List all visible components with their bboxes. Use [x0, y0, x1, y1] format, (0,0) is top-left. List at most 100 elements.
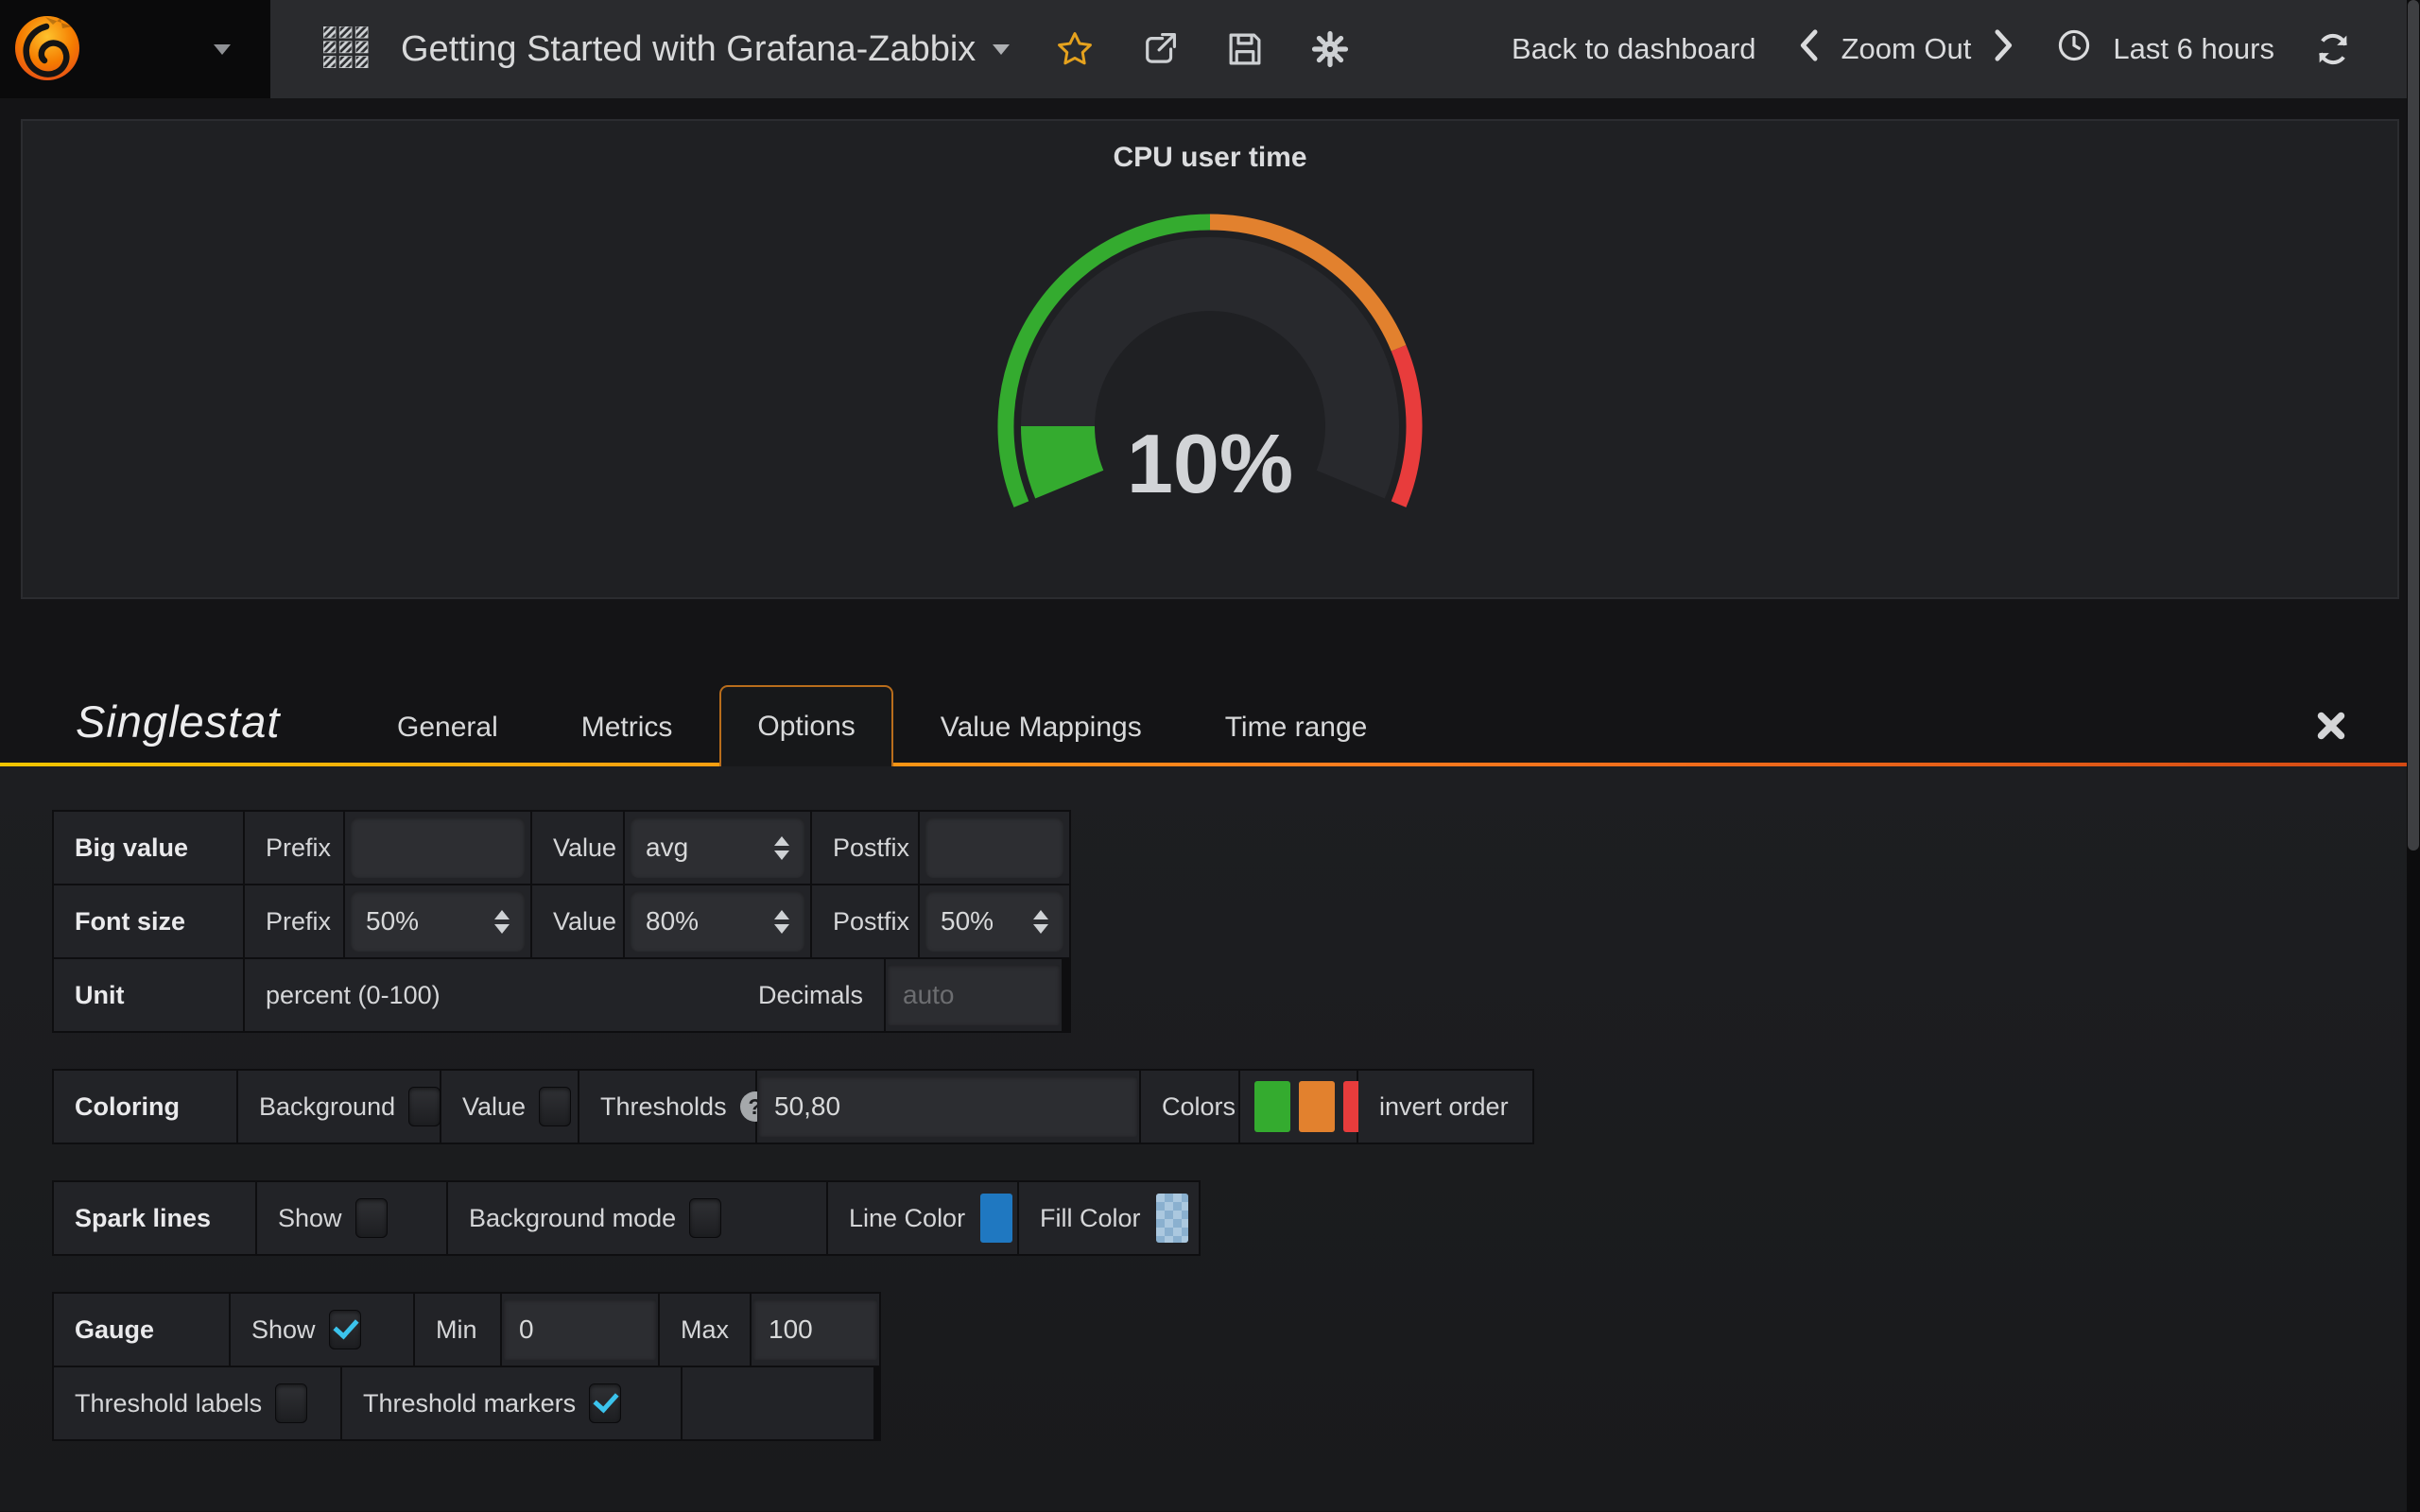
threshold-markers-checkbox[interactable] [589, 1383, 621, 1423]
fill-color-label: Fill Color [1040, 1204, 1141, 1233]
unit-row: Unit percent (0-100) Decimals [54, 959, 1069, 1031]
postfix-size-select[interactable]: 50% [925, 891, 1063, 952]
threshold-markers-label: Threshold markers [363, 1389, 576, 1418]
value-options-section: Big value Prefix Value avg Postfix Font … [52, 810, 1071, 1033]
refresh-icon[interactable] [2314, 30, 2352, 68]
big-value-postfix-input[interactable] [925, 817, 1063, 878]
tab-value-mappings[interactable]: Value Mappings [905, 689, 1178, 766]
decimals-input[interactable] [888, 965, 1060, 1025]
share-icon[interactable] [1140, 29, 1180, 69]
gauge-label: Gauge [54, 1294, 229, 1366]
decimals-label: Decimals [758, 981, 863, 1010]
navbar-main: Getting Started with Grafana-Zabbix [270, 0, 2420, 98]
options-tab-content: Big value Prefix Value avg Postfix Font … [0, 766, 2420, 1511]
close-editor-icon[interactable] [2314, 709, 2348, 747]
background-label: Background [259, 1092, 395, 1122]
threshold-labels-checkbox[interactable] [275, 1383, 307, 1423]
settings-gear-icon[interactable] [1310, 29, 1350, 69]
value-size-select[interactable]: 80% [631, 891, 804, 952]
background-checkbox[interactable] [408, 1087, 441, 1126]
colors-label: Colors [1141, 1071, 1238, 1143]
time-range-label: Last 6 hours [2113, 32, 2274, 66]
coloring-label: Coloring [54, 1071, 236, 1143]
value-size-label: Value [532, 885, 623, 957]
spark-lines-row: Spark lines Show Background mode Line Co… [54, 1182, 1199, 1254]
value-coloring-label: Value [462, 1092, 526, 1122]
postfix-label: Postfix [812, 812, 918, 884]
background-mode-label: Background mode [469, 1204, 676, 1233]
font-size-row: Font size Prefix 50% Value 80% Postfix 5… [54, 885, 1069, 957]
value-coloring-checkbox[interactable] [539, 1087, 571, 1126]
thresholds-label: Thresholds [600, 1092, 727, 1122]
value-function-selected: avg [646, 833, 688, 863]
dashboard-title[interactable]: Getting Started with Grafana-Zabbix [401, 29, 976, 70]
gauge-max-input[interactable] [753, 1299, 877, 1360]
scrollbar-thumb[interactable] [2408, 0, 2419, 850]
font-size-label: Font size [54, 885, 243, 957]
gauge-show-label: Show [251, 1315, 316, 1345]
thresholds-input[interactable] [759, 1076, 1137, 1137]
gauge-chart: 10% [988, 202, 1432, 516]
threshold-display-row: Threshold labels Threshold markers [54, 1367, 879, 1439]
edit-mode-gradient [0, 763, 2407, 766]
tab-metrics[interactable]: Metrics [545, 689, 709, 766]
line-color-label: Line Color [849, 1204, 965, 1233]
dashboard-area: CPU user time 10% [0, 98, 2420, 620]
grafana-logo-icon [11, 11, 83, 88]
max-label: Max [660, 1294, 750, 1366]
postfix-size-selected: 50% [941, 906, 994, 936]
prefix-size-selected: 50% [366, 906, 419, 936]
gauge-value-arc [1058, 426, 1069, 485]
top-navbar: Getting Started with Grafana-Zabbix [0, 0, 2420, 98]
value-function-select[interactable]: avg [631, 817, 804, 878]
gauge-row: Gauge Show Min Max [54, 1294, 879, 1366]
time-shift-right-icon[interactable] [1992, 29, 2016, 69]
gauge-section: Gauge Show Min Max Threshold labels Thre… [52, 1292, 881, 1441]
gauge-show-checkbox[interactable] [329, 1310, 361, 1349]
value-size-selected: 80% [646, 906, 699, 936]
panel-type-title: Singlestat [76, 696, 350, 766]
spark-show-checkbox[interactable] [355, 1198, 388, 1238]
big-value-prefix-input[interactable] [351, 817, 525, 878]
line-color-swatch[interactable] [980, 1194, 1012, 1243]
save-icon[interactable] [1225, 29, 1265, 69]
background-mode-checkbox[interactable] [689, 1198, 721, 1238]
big-value-label: Big value [54, 812, 243, 884]
tab-general[interactable]: General [361, 689, 534, 766]
unit-selected-value[interactable]: percent (0-100) [266, 981, 441, 1010]
select-spinner-icon [1033, 910, 1048, 934]
prefix-size-select[interactable]: 50% [351, 891, 525, 952]
back-to-dashboard-button[interactable]: Back to dashboard [1512, 32, 1756, 66]
color-swatch-orange[interactable] [1299, 1081, 1335, 1132]
dashboard-actions [1055, 29, 1350, 69]
select-spinner-icon [494, 910, 510, 934]
unit-select[interactable]: percent (0-100) Decimals [245, 959, 884, 1031]
prefix-size-label: Prefix [245, 885, 343, 957]
invert-order-button[interactable]: invert order [1358, 1071, 1532, 1143]
spark-show-label: Show [278, 1204, 342, 1233]
coloring-section: Coloring Background Value Thresholds ? C… [52, 1069, 1534, 1144]
time-shift-left-icon[interactable] [1796, 29, 1821, 69]
color-swatch-green[interactable] [1254, 1081, 1290, 1132]
sidemenu-caret-icon [214, 44, 231, 55]
star-icon[interactable] [1055, 29, 1095, 69]
clock-icon [2056, 27, 2092, 71]
zoom-out-button[interactable]: Zoom Out [1841, 32, 1972, 66]
unit-label: Unit [54, 959, 243, 1031]
big-value-row: Big value Prefix Value avg Postfix [54, 812, 1069, 884]
tab-options[interactable]: Options [719, 685, 892, 766]
threshold-labels-label: Threshold labels [75, 1389, 262, 1418]
panel-title[interactable]: CPU user time [23, 121, 2397, 174]
prefix-label: Prefix [245, 812, 343, 884]
coloring-row: Coloring Background Value Thresholds ? C… [54, 1071, 1532, 1143]
gauge-threshold-red-arc [1399, 348, 1414, 504]
empty-cell [683, 1367, 873, 1439]
dashboard-title-caret-icon[interactable] [993, 44, 1010, 55]
panel-editor-tabs: Singlestat General Metrics Options Value… [0, 682, 2420, 766]
gauge-min-input[interactable] [504, 1299, 656, 1360]
vertical-scrollbar[interactable] [2407, 0, 2420, 1512]
time-picker-button[interactable]: Last 6 hours [2056, 27, 2274, 71]
fill-color-swatch[interactable] [1156, 1194, 1188, 1243]
tab-time-range[interactable]: Time range [1189, 689, 1404, 766]
sidemenu-toggle[interactable] [0, 0, 270, 98]
